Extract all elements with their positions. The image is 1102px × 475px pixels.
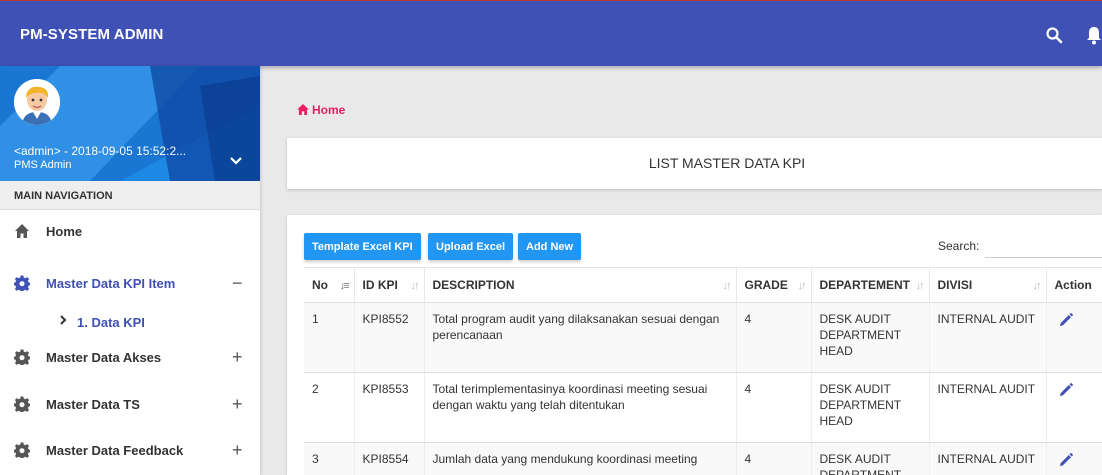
sidebar-item-label: Home <box>46 224 83 239</box>
cell-divisi: INTERNAL AUDIT <box>929 302 1047 373</box>
cell-action <box>1046 442 1102 475</box>
chevron-down-icon[interactable] <box>229 154 243 168</box>
cell-divisi: INTERNAL AUDIT <box>929 442 1047 475</box>
cell-description: Total program audit yang dilaksanakan se… <box>424 302 737 373</box>
table-row: 2 KPI8553 Total terimplementasinya koord… <box>304 372 1102 443</box>
search-input[interactable] <box>985 232 1102 258</box>
cell-id-kpi: KPI8552 <box>354 302 425 373</box>
column-header-description[interactable]: DESCRIPTION ↓↑ <box>424 267 737 303</box>
column-header-divisi[interactable]: DIVISI ↓↑ <box>929 267 1047 303</box>
column-header-no[interactable]: No ↓≡ <box>304 267 355 303</box>
edit-icon[interactable] <box>1059 453 1073 467</box>
kpi-table: No ↓≡ ID KPI ↓↑ DESCRIPTION ↓↑ GRADE ↓↑ DEPA… <box>304 267 1102 475</box>
nav-header: MAIN NAVIGATION <box>0 181 260 210</box>
sort-icon: ↓↑ <box>797 280 807 292</box>
column-header-departement[interactable]: DEPARTEMENT ↓↑ <box>811 267 930 303</box>
breadcrumb[interactable]: Home <box>297 103 345 117</box>
top-navbar: PM-SYSTEM ADMIN <box>0 0 1102 66</box>
sort-icon: ↓↑ <box>410 280 420 292</box>
cell-no: 1 <box>304 302 355 373</box>
sidebar-subitem-label: 1. Data KPI <box>77 315 145 330</box>
cell-action <box>1046 372 1102 443</box>
column-header-id-kpi[interactable]: ID KPI ↓↑ <box>354 267 425 303</box>
cell-action <box>1046 302 1102 373</box>
upload-excel-button[interactable]: Upload Excel <box>428 233 514 260</box>
cell-id-kpi: KPI8553 <box>354 372 425 443</box>
home-icon <box>15 224 29 238</box>
gear-icon <box>14 442 30 458</box>
sidebar-subitem-data-kpi[interactable]: 1. Data KPI <box>0 307 260 341</box>
bell-icon[interactable] <box>1085 25 1102 45</box>
home-icon <box>297 104 309 115</box>
user-panel: <admin> - 2018-09-05 15:52:2... PMS Admi… <box>0 66 260 181</box>
template-excel-button[interactable]: Template Excel KPI <box>304 233 421 260</box>
cell-grade: 4 <box>736 302 812 373</box>
chevron-right-icon <box>60 315 67 325</box>
sort-icon: ↓↑ <box>1032 280 1042 292</box>
sidebar: <admin> - 2018-09-05 15:52:2... PMS Admi… <box>0 66 260 475</box>
column-header-action[interactable]: Action↓↑ <box>1046 267 1102 303</box>
table-row: 3 KPI8554 Jumlah data yang mendukung koo… <box>304 442 1102 475</box>
cell-no: 3 <box>304 442 355 475</box>
sidebar-item-label: Master Data Feedback <box>46 443 184 458</box>
search-icon[interactable] <box>1045 26 1063 44</box>
sidebar-item-home[interactable]: Home <box>0 211 260 251</box>
expand-icon[interactable]: + <box>232 394 243 415</box>
sidebar-item-master-data-kpi-item[interactable]: Master Data KPI Item − <box>0 263 260 303</box>
sidebar-item-master-data-ts[interactable]: Master Data TS + <box>0 384 260 424</box>
cell-description: Total terimplementasinya koordinasi meet… <box>424 372 737 443</box>
cell-description: Jumlah data yang mendukung koordinasi me… <box>424 442 737 475</box>
table-row: 1 KPI8552 Total program audit yang dilak… <box>304 302 1102 373</box>
breadcrumb-home-label[interactable]: Home <box>312 103 345 117</box>
sort-asc-icon: ↓≡ <box>339 280 350 292</box>
sidebar-item-master-data-akses[interactable]: Master Data Akses + <box>0 337 260 377</box>
gear-icon <box>14 396 30 412</box>
expand-icon[interactable]: + <box>232 347 243 368</box>
cell-grade: 4 <box>736 372 812 443</box>
add-new-button[interactable]: Add New <box>518 233 582 260</box>
cell-departement: DESK AUDIT DEPARTMENT <box>811 442 930 475</box>
cell-id-kpi: KPI8554 <box>354 442 425 475</box>
search-label: Search: <box>938 239 980 253</box>
sidebar-item-label: Master Data Akses <box>46 350 162 365</box>
edit-icon[interactable] <box>1059 383 1073 397</box>
cell-grade: 4 <box>736 442 812 475</box>
page-title: LIST MASTER DATA KPI <box>648 155 806 171</box>
avatar[interactable] <box>14 79 60 125</box>
edit-icon[interactable] <box>1059 313 1073 327</box>
cell-no: 2 <box>304 372 355 443</box>
collapse-icon[interactable]: − <box>232 273 243 294</box>
gear-icon <box>14 349 30 365</box>
user-role: PMS Admin <box>14 159 72 171</box>
cell-departement: DESK AUDIT DEPARTMENT HEAD <box>811 372 930 443</box>
cell-divisi: INTERNAL AUDIT <box>929 372 1047 443</box>
column-header-grade[interactable]: GRADE ↓↑ <box>736 267 812 303</box>
sidebar-item-master-data-feedback[interactable]: Master Data Feedback + <box>0 430 260 470</box>
user-name: <admin> - 2018-09-05 15:52:2... <box>14 144 187 158</box>
table-header-row: No ↓≡ ID KPI ↓↑ DESCRIPTION ↓↑ GRADE ↓↑ DEPA… <box>304 267 1102 303</box>
app-title[interactable]: PM-SYSTEM ADMIN <box>20 26 163 43</box>
cell-departement: DESK AUDIT DEPARTMENT HEAD <box>811 302 930 373</box>
expand-icon[interactable]: + <box>232 440 243 461</box>
gear-icon <box>14 275 30 291</box>
page-header-card: LIST MASTER DATA KPI <box>287 138 1102 189</box>
sidebar-item-label: Master Data TS <box>46 397 140 412</box>
sidebar-item-label: Master Data KPI Item <box>46 276 176 291</box>
sort-icon: ↓↑ <box>722 280 732 292</box>
kpi-table-card: Template Excel KPI Upload Excel Add New … <box>287 215 1102 475</box>
sort-icon: ↓↑ <box>915 280 925 292</box>
